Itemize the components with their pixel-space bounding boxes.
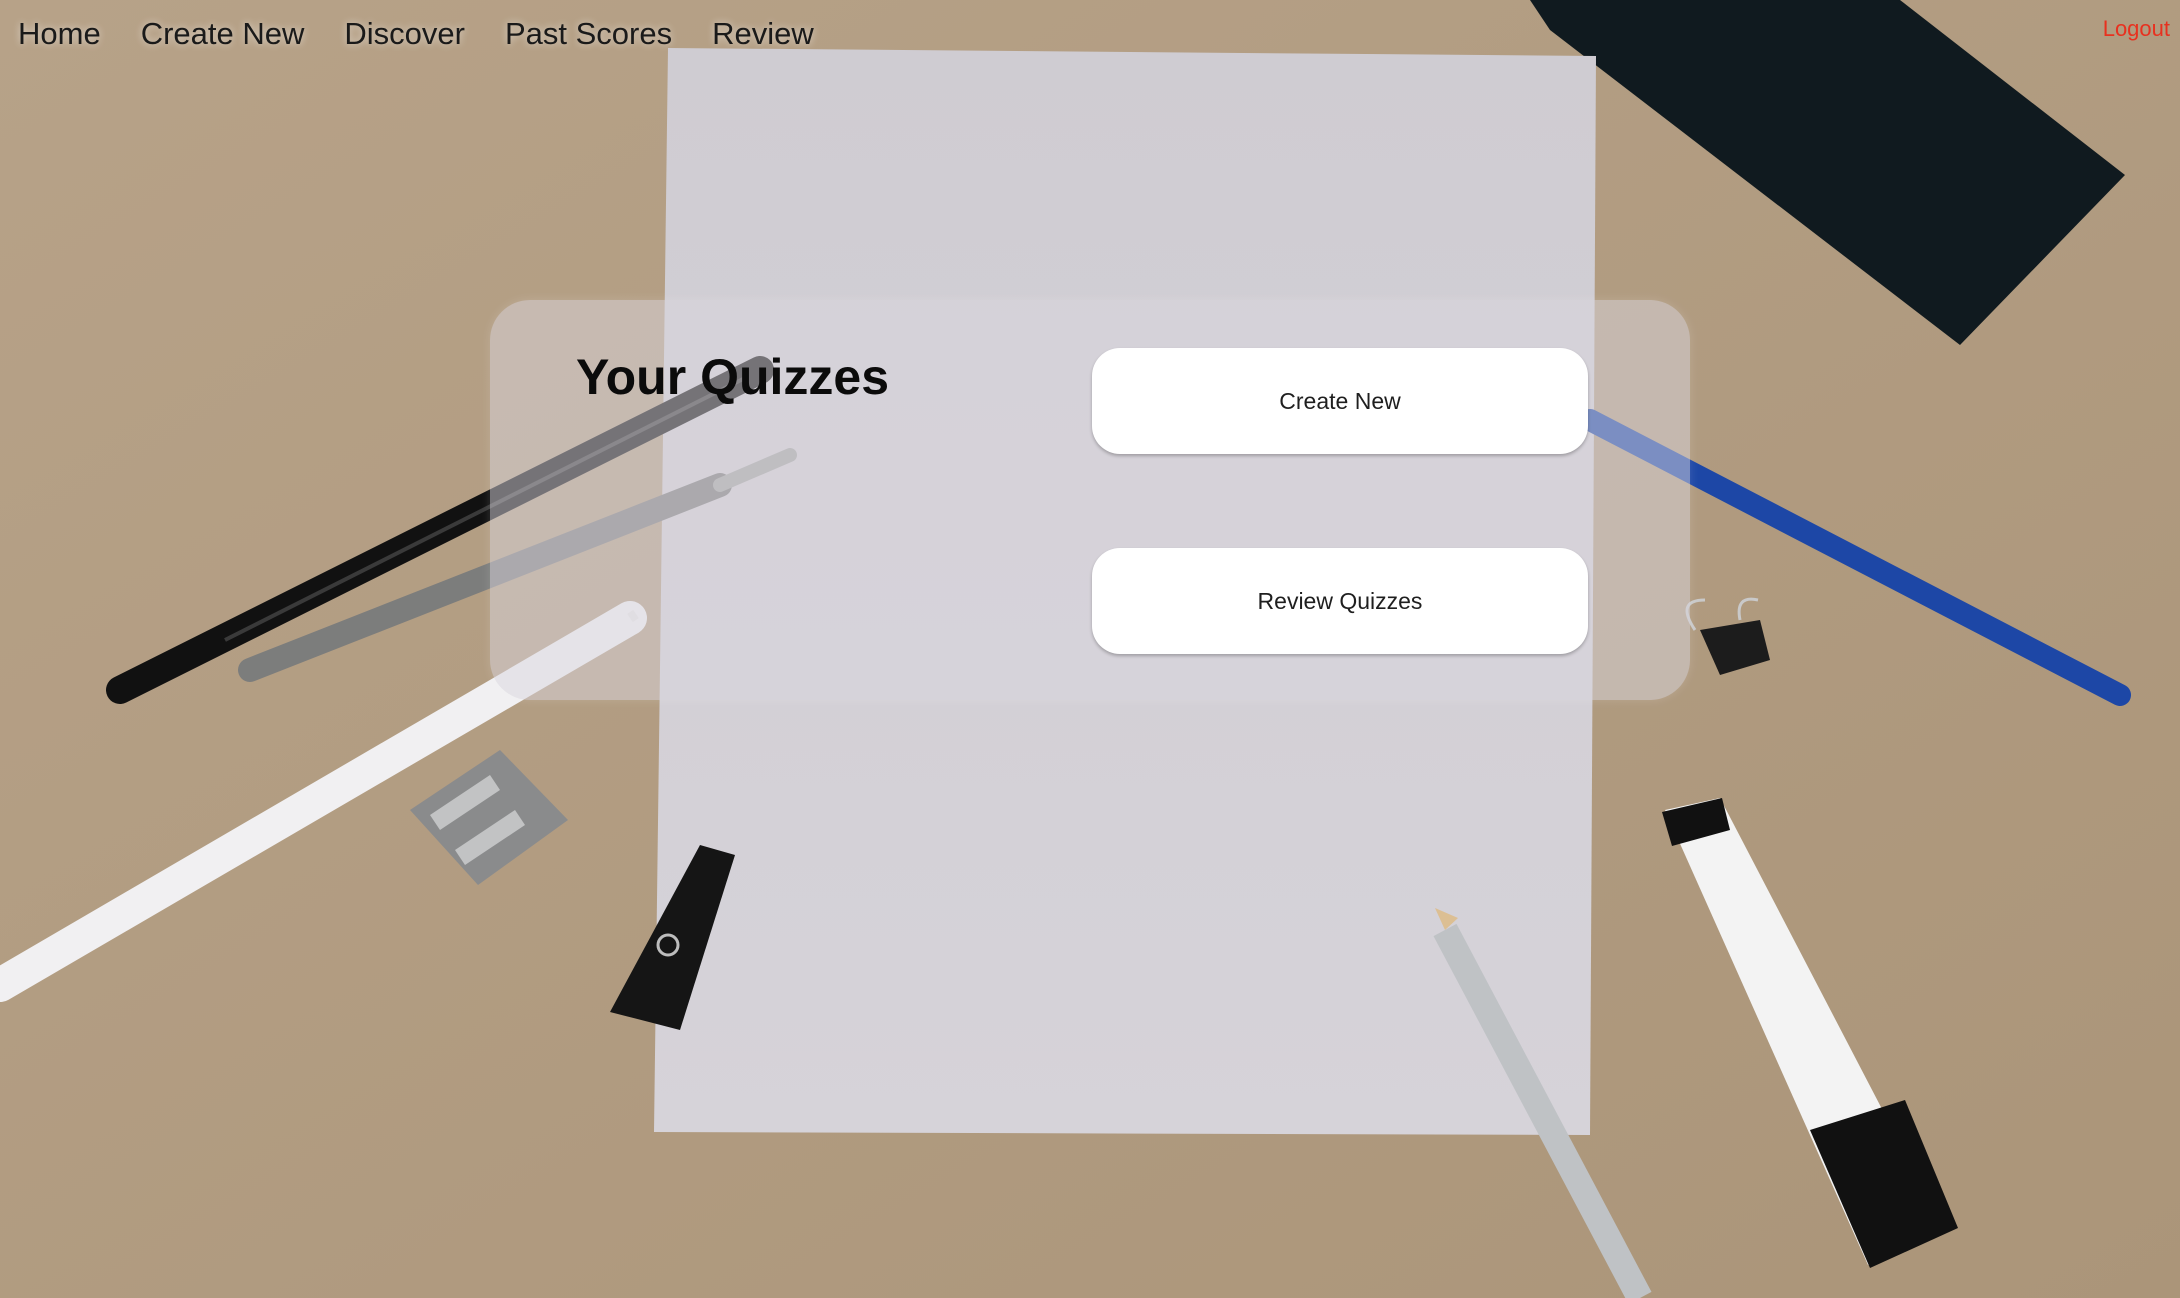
create-new-button[interactable]: Create New: [1092, 348, 1588, 454]
app-root: Home Create New Discover Past Scores Rev…: [0, 0, 2180, 1298]
quizzes-panel: Your Quizzes Create New Review Quizzes: [490, 300, 1690, 700]
nav-discover-link[interactable]: Discover: [344, 16, 465, 52]
nav-review-link[interactable]: Review: [712, 16, 814, 52]
logout-link[interactable]: Logout: [2103, 16, 2170, 42]
top-nav: Home Create New Discover Past Scores Rev…: [18, 16, 814, 52]
review-quizzes-button[interactable]: Review Quizzes: [1092, 548, 1588, 654]
page-title: Your Quizzes: [576, 349, 890, 405]
nav-create-new-link[interactable]: Create New: [141, 16, 305, 52]
nav-past-scores-link[interactable]: Past Scores: [505, 16, 672, 52]
nav-home-link[interactable]: Home: [18, 16, 101, 52]
